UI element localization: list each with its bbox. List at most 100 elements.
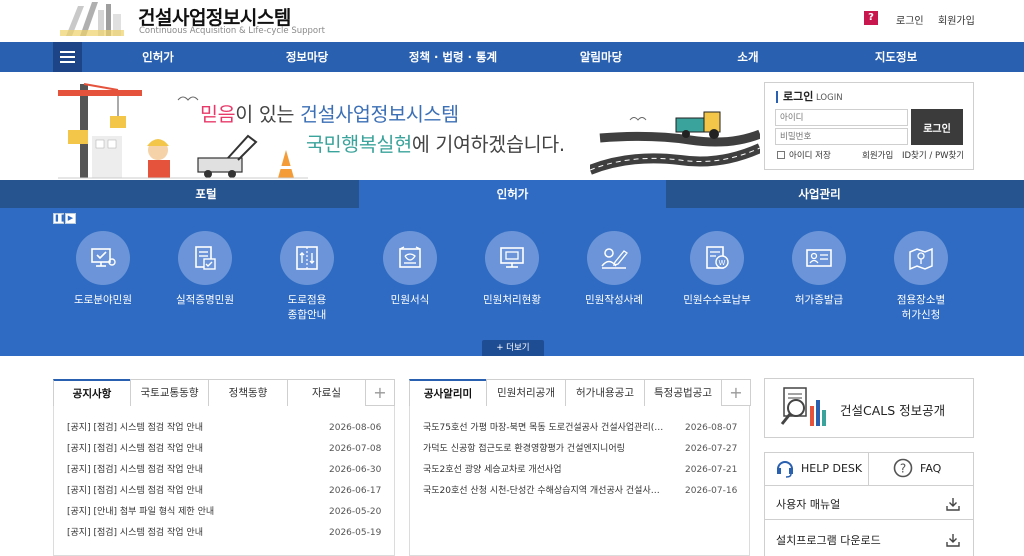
construction-illustration: [58, 83, 308, 179]
tab-method-notice[interactable]: 특정공법공고: [644, 379, 722, 406]
more-button[interactable]: + 더보기: [482, 340, 544, 356]
list-item-title[interactable]: [공지] [점검] 시스템 점검 작업 안내: [67, 524, 307, 542]
play-icon[interactable]: ▶: [65, 213, 76, 224]
service-label-permit-issue[interactable]: 허가증발급: [771, 293, 867, 308]
list-item[interactable]: [공지] [안내] 첨부 파일 형식 제한 안내 2026-05-20: [67, 503, 385, 521]
list-item-title[interactable]: 국도20호선 산청 시천-단성간 수해상습지역 개선공사 건설사…: [423, 482, 675, 500]
faq-link[interactable]: FAQ: [920, 462, 941, 475]
list-item-title[interactable]: 국도2호선 광양 세승교차로 개선사업: [423, 461, 675, 479]
tab-trends[interactable]: 국토교통동향: [130, 379, 209, 406]
notice-more-icon[interactable]: +: [365, 379, 395, 406]
help-row: [764, 452, 974, 486]
logo-illustration: [60, 2, 124, 36]
tab-portal[interactable]: 포털: [53, 180, 359, 208]
list-item[interactable]: [공지] [점검] 시스템 점검 작업 안내 2026-07-08: [67, 440, 385, 458]
nav-item-info[interactable]: 정보마당: [286, 42, 328, 72]
list-item[interactable]: 국도75호선 가평 마장-북면 목동 도로건설공사 건설사업관리(… 2026-0…: [423, 419, 741, 437]
location-map-icon[interactable]: [894, 231, 948, 285]
top-login-link[interactable]: 로그인: [896, 12, 924, 27]
road-illustration: [590, 111, 760, 175]
user-manual-link[interactable]: 사용자 매뉴얼: [776, 496, 840, 512]
tab-notice[interactable]: 공지사항: [53, 379, 131, 406]
login-password-input[interactable]: [775, 128, 908, 145]
nav-item-map[interactable]: 지도정보: [875, 42, 917, 72]
download-icon[interactable]: [946, 497, 960, 511]
list-item[interactable]: 가덕도 신공항 접근도로 환경영향평가 건설엔지니어링 2026-07-27: [423, 440, 741, 458]
list-item[interactable]: [공지] [점검] 시스템 점검 작업 안내 2026-05-19: [67, 524, 385, 542]
map-form-icon[interactable]: [383, 231, 437, 285]
list-item-title[interactable]: [공지] [점검] 시스템 점검 작업 안내: [67, 461, 307, 479]
main-nav: 인허가 정보마당 정책 · 법령 · 통계 알림마당 소개 지도정보: [0, 42, 1024, 72]
list-item-date: 2026-07-21: [685, 465, 738, 475]
banner-slogan-2: 국민행복실현에 기여하겠습니다.: [306, 128, 565, 157]
nav-item-notice[interactable]: 알림마당: [580, 42, 622, 72]
list-item-date: 2026-06-30: [329, 465, 382, 475]
login-title-en: LOGIN: [816, 93, 843, 103]
service-label-fee[interactable]: 민원수수료납부: [669, 293, 765, 308]
list-item[interactable]: 국도2호선 광양 세승교차로 개선사업 2026-07-21: [423, 461, 741, 479]
service-label-status[interactable]: 민원처리현황: [464, 293, 560, 308]
project-more-icon[interactable]: +: [721, 379, 751, 406]
list-item-title[interactable]: [공지] [점검] 시스템 점검 작업 안내: [67, 419, 307, 437]
site-subtitle: Continuous Acquisition & Life-cycle Supp…: [139, 26, 325, 36]
find-id-pw-link[interactable]: ID찾기 / PW찾기: [902, 149, 964, 161]
banner-slogan-1: 믿음이 있는 건설사업정보시스템: [200, 98, 459, 127]
service-label-location-permit[interactable]: 점용장소별 허가신청: [873, 293, 969, 323]
list-item-date: 2026-05-19: [329, 528, 382, 538]
save-id-label[interactable]: 아이디 저장: [789, 149, 831, 161]
list-item-title[interactable]: [공지] [안내] 첨부 파일 형식 제한 안내: [67, 503, 307, 521]
list-item-date: 2026-07-16: [685, 486, 738, 496]
list-item-title[interactable]: 가덕도 신공항 접근도로 환경영향평가 건설엔지니어링: [423, 440, 675, 458]
login-title: 로그인: [776, 91, 813, 103]
tab-permit-notice[interactable]: 허가내용공고: [565, 379, 645, 406]
nav-item-about[interactable]: 소개: [737, 42, 758, 72]
list-item-date: 2026-08-06: [329, 423, 382, 433]
service-label-road-occupation[interactable]: 도로점용 종합안내: [259, 293, 355, 323]
tab-policy-trends[interactable]: 정책동향: [208, 379, 288, 406]
save-id-checkbox[interactable]: [777, 151, 785, 159]
tab-project-mgmt[interactable]: 사업관리: [666, 180, 973, 208]
tab-permit[interactable]: 인허가: [359, 180, 666, 208]
service-label-road[interactable]: 도로분야민원: [55, 293, 151, 308]
id-card-icon[interactable]: [792, 231, 846, 285]
report-chart-icon: [780, 387, 826, 426]
service-label-examples[interactable]: 민원작성사례: [566, 293, 662, 308]
pause-icon[interactable]: ❚❚: [53, 213, 66, 224]
tab-construction-alert[interactable]: 공사알리미: [409, 379, 487, 406]
login-join-link[interactable]: 회원가입: [862, 149, 893, 161]
cals-disclosure-label[interactable]: 건설CALS 정보공개: [840, 400, 945, 419]
document-check-icon[interactable]: [178, 231, 232, 285]
installer-download-link[interactable]: 설치프로그램 다운로드: [776, 532, 881, 548]
slogan-highlight: 믿음: [200, 103, 236, 126]
service-label-performance[interactable]: 실적증명민원: [157, 293, 253, 308]
login-id-input[interactable]: [775, 109, 908, 126]
list-item-title[interactable]: [공지] [점검] 시스템 점검 작업 안내: [67, 482, 307, 500]
list-item[interactable]: [공지] [점검] 시스템 점검 작업 안내 2026-08-06: [67, 419, 385, 437]
monitor-check-icon[interactable]: [76, 231, 130, 285]
fee-payment-icon[interactable]: W: [690, 231, 744, 285]
list-item[interactable]: 국도20호선 산청 시천-단성간 수해상습지역 개선공사 건설사… 2026-07…: [423, 482, 741, 500]
list-item-title[interactable]: [공지] [점검] 시스템 점검 작업 안내: [67, 440, 307, 458]
list-item-title[interactable]: 국도75호선 가평 마장-북면 목동 도로건설공사 건설사업관리(…: [423, 419, 675, 437]
nav-item-permit[interactable]: 인허가: [142, 42, 174, 72]
tab-civil-disclosure[interactable]: 민원처리공개: [486, 379, 566, 406]
menu-icon[interactable]: [53, 42, 82, 72]
slogan-text: 이 있는: [235, 103, 300, 126]
top-join-link[interactable]: 회원가입: [938, 12, 975, 27]
slogan-brand: 건설사업정보시스템: [300, 103, 459, 126]
help-icon[interactable]: ?: [864, 11, 878, 25]
person-write-icon[interactable]: [587, 231, 641, 285]
tab-archive[interactable]: 자료실: [287, 379, 366, 406]
nav-item-policy[interactable]: 정책 · 법령 · 통계: [409, 42, 497, 72]
list-item[interactable]: [공지] [점검] 시스템 점검 작업 안내 2026-06-17: [67, 482, 385, 500]
login-button[interactable]: 로그인: [911, 109, 963, 145]
download-icon[interactable]: [946, 533, 960, 547]
slogan-highlight-2: 국민행복실현: [306, 133, 412, 156]
list-item[interactable]: [공지] [점검] 시스템 점검 작업 안내 2026-06-30: [67, 461, 385, 479]
service-label-forms[interactable]: 민원서식: [362, 293, 458, 308]
list-item-date: 2026-07-08: [329, 444, 382, 454]
svg-text:W: W: [719, 259, 726, 267]
monitor-status-icon[interactable]: [485, 231, 539, 285]
helpdesk-link[interactable]: HELP DESK: [801, 462, 862, 475]
road-guide-icon[interactable]: [280, 231, 334, 285]
